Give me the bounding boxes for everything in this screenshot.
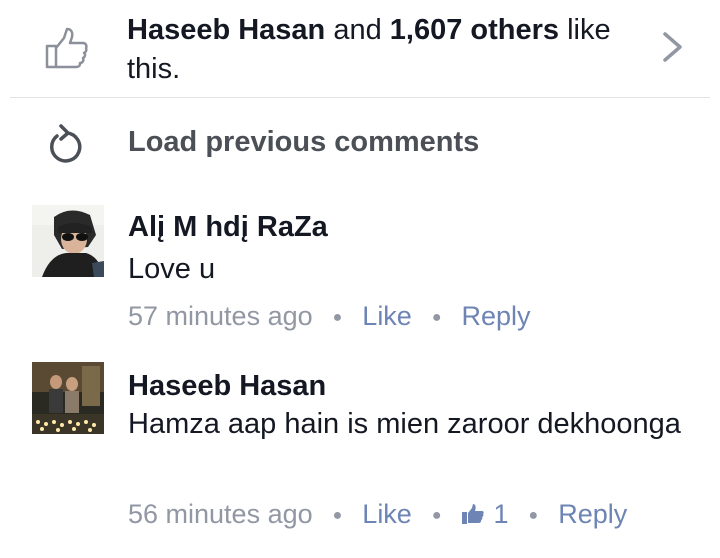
reply-button[interactable]: Reply xyxy=(462,301,531,331)
thumbs-up-icon xyxy=(461,504,484,524)
thumbs-up-icon xyxy=(45,27,88,69)
likes-others-count[interactable]: 1,607 others xyxy=(390,14,559,46)
load-previous-comments[interactable]: Load previous comments xyxy=(0,99,720,191)
like-count: 1 xyxy=(493,499,509,529)
like-button[interactable]: Like xyxy=(362,301,412,331)
separator-dot: ● xyxy=(431,506,442,524)
avatar[interactable] xyxy=(32,205,104,277)
likes-summary-text[interactable]: Haseeb Hasan and 1,607 others like this. xyxy=(127,11,647,89)
comment-meta: 56 minutes ago ● Like ● 1 ● Reply xyxy=(128,499,627,530)
likes-summary-row[interactable]: Haseeb Hasan and 1,607 others like this. xyxy=(0,0,720,97)
comment-text: Love u xyxy=(128,253,216,285)
comment-item: Alį M hdį RaZa Love u 57 minutes ago ● Lik… xyxy=(0,205,720,345)
divider xyxy=(10,97,710,98)
like-button[interactable]: Like xyxy=(362,499,412,529)
comment-author[interactable]: Haseeb Hasan xyxy=(128,370,326,403)
comment-text: Hamza aap hain is mien zaroor dekhoonga xyxy=(128,408,681,440)
separator-dot: ● xyxy=(332,506,343,524)
reply-button[interactable]: Reply xyxy=(558,499,627,529)
liker-name[interactable]: Haseeb Hasan xyxy=(127,14,325,46)
load-previous-label[interactable]: Load previous comments xyxy=(128,126,479,159)
comment-timestamp: 57 minutes ago xyxy=(128,301,313,331)
avatar[interactable] xyxy=(32,362,104,434)
comment-like-count[interactable]: 1 xyxy=(461,499,509,529)
comment-author[interactable]: Alį M hdį RaZa xyxy=(128,211,328,244)
comment-timestamp: 56 minutes ago xyxy=(128,499,313,529)
comment-item: Haseeb Hasan Hamza aap hain is mien zaro… xyxy=(0,362,720,542)
likes-connector: and xyxy=(325,14,390,46)
separator-dot: ● xyxy=(332,308,343,326)
refresh-icon xyxy=(49,124,82,163)
chevron-right-icon[interactable] xyxy=(660,30,686,64)
comment-meta: 57 minutes ago ● Like ● Reply xyxy=(128,301,531,332)
separator-dot: ● xyxy=(528,506,539,524)
separator-dot: ● xyxy=(431,308,442,326)
